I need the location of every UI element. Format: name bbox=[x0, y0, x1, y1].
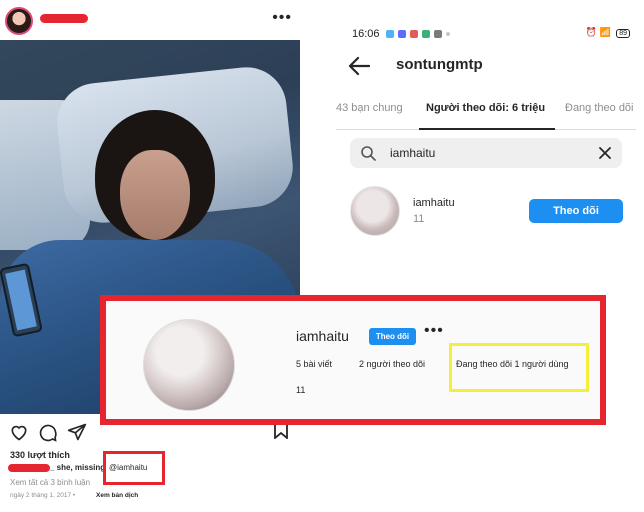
app-icon bbox=[410, 30, 418, 38]
followers-screen: 16:06 ⏰ 📶 89 sontungmtp 43 bạn chung Ngư… bbox=[336, 22, 636, 242]
more-dots-icon[interactable]: ••• bbox=[424, 322, 444, 340]
status-indicators: ⏰ 📶 89 bbox=[586, 27, 630, 38]
redacted-username bbox=[40, 14, 88, 23]
wifi-icon: 📶 bbox=[599, 27, 611, 37]
tab-following[interactable]: Đang theo dõi bbox=[565, 102, 634, 114]
alarm-icon: ⏰ bbox=[585, 27, 597, 37]
profile-username: iamhaitu bbox=[296, 328, 349, 344]
likes-count[interactable]: 330 lượt thích bbox=[10, 450, 70, 460]
search-value: iamhaitu bbox=[390, 146, 436, 160]
post-header: ••• bbox=[0, 0, 300, 40]
app-icon bbox=[386, 30, 394, 38]
close-icon[interactable] bbox=[598, 146, 612, 160]
profile-card: iamhaitu Theo dõi ••• 5 bài viết 2 người… bbox=[100, 295, 606, 425]
more-dots-icon[interactable]: ••• bbox=[272, 9, 292, 27]
app-icon bbox=[434, 30, 442, 38]
search-input[interactable]: iamhaitu bbox=[350, 138, 622, 168]
result-subtitle: 11 bbox=[413, 213, 425, 225]
top-bar: sontungmtp bbox=[336, 52, 636, 82]
share-icon[interactable] bbox=[67, 422, 87, 442]
result-username[interactable]: iamhaitu bbox=[413, 197, 455, 209]
heart-icon[interactable] bbox=[9, 422, 29, 442]
post-date: ngày 2 tháng 1, 2017 • bbox=[10, 492, 76, 499]
app-icon bbox=[398, 30, 406, 38]
avatar[interactable] bbox=[5, 7, 33, 35]
comment-icon[interactable] bbox=[38, 422, 58, 442]
tab-followers[interactable]: Người theo dõi: 6 triệu bbox=[426, 102, 545, 114]
following-highlight-box bbox=[449, 343, 589, 392]
status-bar: 16:06 ⏰ 📶 89 bbox=[336, 22, 636, 46]
follow-button[interactable]: Theo dõi bbox=[369, 328, 416, 345]
follow-tabs: 43 bạn chung Người theo dõi: 6 triệu Đan… bbox=[336, 96, 636, 130]
instagram-post: ••• 330 lượt thích _ she, missing @iamha… bbox=[0, 0, 300, 512]
photo-face bbox=[120, 150, 190, 240]
tab-mutual[interactable]: 43 bạn chung bbox=[336, 102, 403, 114]
avatar[interactable] bbox=[143, 319, 235, 411]
app-icon bbox=[422, 30, 430, 38]
profile-subtitle: 11 bbox=[296, 385, 306, 395]
page-title: sontungmtp bbox=[396, 56, 483, 73]
posts-count: 5 bài viết bbox=[296, 359, 333, 369]
follow-button[interactable]: Theo dõi bbox=[529, 199, 623, 223]
search-icon bbox=[361, 146, 376, 161]
followers-count[interactable]: 2 người theo dõi bbox=[359, 359, 425, 369]
battery-icon: 89 bbox=[616, 29, 630, 38]
tagged-user-link[interactable]: @iamhaitu bbox=[109, 463, 147, 472]
see-translation-link[interactable]: Xem bản dịch bbox=[96, 492, 138, 499]
caption-text: _ she, missing bbox=[50, 463, 106, 472]
view-comments-link[interactable]: Xem tất cả 3 bình luận bbox=[10, 478, 90, 487]
redacted-caption-user bbox=[8, 464, 50, 472]
list-item[interactable]: iamhaitu 11 Theo dõi bbox=[350, 186, 623, 238]
more-notifications-icon bbox=[446, 32, 450, 36]
status-time: 16:06 bbox=[352, 28, 380, 40]
back-arrow-icon[interactable] bbox=[348, 56, 370, 76]
avatar[interactable] bbox=[350, 186, 400, 236]
active-tab-indicator bbox=[419, 128, 555, 130]
bookmark-icon[interactable] bbox=[274, 423, 288, 439]
